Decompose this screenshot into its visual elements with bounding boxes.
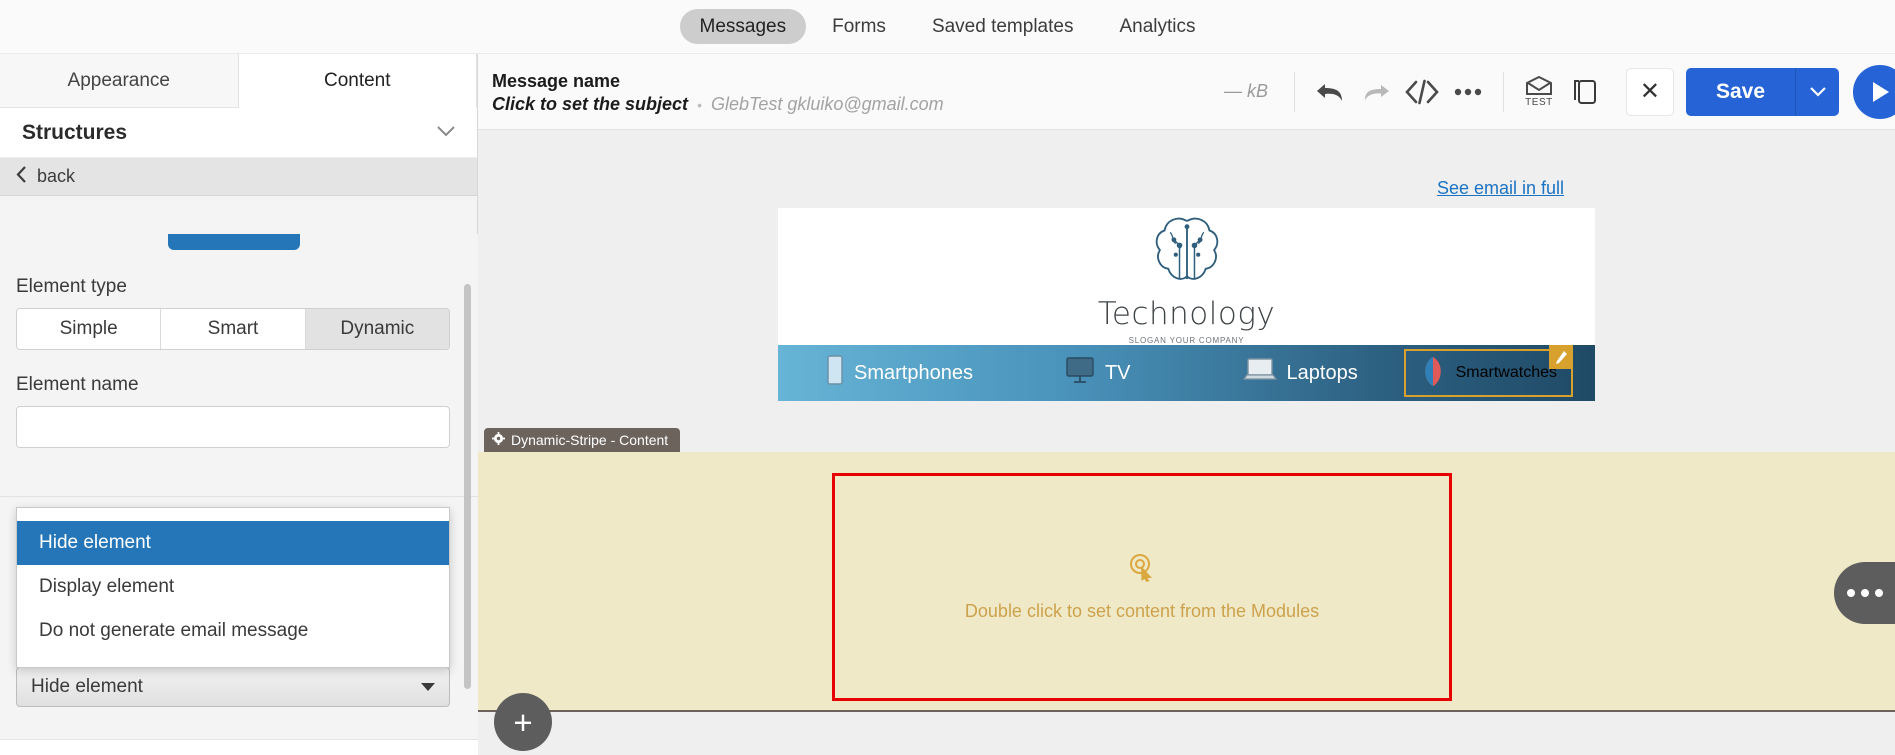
panel-tabs: Appearance Content: [0, 54, 477, 108]
brand-name: Technology: [1097, 296, 1276, 332]
tab-analytics[interactable]: Analytics: [1099, 9, 1215, 44]
email-nav-stripe: Smartphones TV Laptops Smartwatches: [778, 345, 1595, 401]
save-dropdown-toggle[interactable]: [1795, 67, 1839, 116]
dropdown-option-hide-element[interactable]: Hide element: [17, 521, 449, 565]
top-tabs: Messages Forms Saved templates Analytics: [679, 9, 1216, 44]
structures-section-header[interactable]: Structures: [0, 108, 477, 158]
message-name[interactable]: Message name: [492, 68, 944, 94]
see-email-in-full-link[interactable]: See email in full: [1437, 178, 1564, 199]
brain-logo-icon: [1155, 217, 1218, 280]
send-test-icon[interactable]: TEST: [1516, 69, 1562, 115]
dropdown-bottom-spacer: [17, 653, 449, 667]
code-icon[interactable]: [1399, 69, 1445, 115]
nav-label-tv: TV: [1104, 361, 1131, 384]
visibility-dropdown-list: Hide element Display element Do not gene…: [16, 507, 450, 668]
email-body: Technology SLOGAN YOUR COMPANY Smartphon…: [778, 208, 1595, 401]
apply-button-partial[interactable]: [168, 234, 300, 250]
gear-icon: [492, 432, 505, 448]
panel-tab-content[interactable]: Content: [238, 54, 477, 108]
dropdown-option-display-element[interactable]: Display element: [17, 565, 449, 609]
nav-label-smartwatches: Smartwatches: [1455, 364, 1557, 381]
element-type-segmented-control: Simple Smart Dynamic: [16, 308, 450, 350]
visibility-select-value: Hide element: [31, 676, 143, 697]
editor-header-toolbar: Message name Click to set the subject • …: [478, 54, 1895, 130]
dot-1: [1847, 589, 1855, 597]
element-type-option-smart[interactable]: Smart: [161, 309, 306, 349]
element-type-option-simple[interactable]: Simple: [17, 309, 162, 349]
nav-item-smartphones[interactable]: Smartphones: [826, 355, 973, 391]
dynamic-stripe-tag[interactable]: Dynamic-Stripe - Content: [484, 428, 681, 452]
tv-icon: [1065, 356, 1095, 390]
element-type-option-dynamic[interactable]: Dynamic: [305, 309, 449, 349]
see-full-bar: [478, 130, 1895, 208]
visibility-select[interactable]: Hide element: [16, 667, 450, 707]
undo-icon[interactable]: [1307, 69, 1353, 115]
selected-content-placeholder[interactable]: Double click to set content from the Mod…: [832, 473, 1452, 701]
blocks-section-header[interactable]: Blocks: [0, 739, 478, 755]
dot-2: [1861, 589, 1869, 597]
add-block-button[interactable]: +: [494, 693, 552, 751]
app-root: Messages Forms Saved templates Analytics…: [0, 0, 1895, 755]
save-button[interactable]: Save: [1685, 67, 1795, 116]
nav-label-smartphones: Smartphones: [854, 361, 973, 384]
toolbar-divider-2: [1502, 71, 1504, 112]
element-name-label: Element name: [16, 374, 139, 395]
redo-icon[interactable]: [1353, 69, 1399, 115]
preview-play-button[interactable]: [1853, 64, 1895, 119]
message-sender[interactable]: GlebTest gkluiko@gmail.com: [711, 94, 944, 115]
message-size: — kB: [1223, 81, 1268, 101]
cut-off-label: [18, 234, 23, 243]
save-button-group: Save: [1685, 67, 1839, 116]
nav-label-laptops: Laptops: [1286, 361, 1358, 384]
message-meta: Message name Click to set the subject • …: [492, 68, 944, 115]
chevron-left-icon: [16, 165, 27, 188]
test-label: TEST: [1525, 96, 1553, 108]
separator-dot: •: [697, 97, 702, 114]
chevron-down-icon: [421, 683, 435, 691]
more-options-icon[interactable]: [1445, 69, 1491, 115]
dot-3: [1875, 589, 1883, 597]
chevron-down-icon: [437, 124, 455, 142]
panel-tab-appearance[interactable]: Appearance: [0, 54, 239, 108]
message-subject[interactable]: Click to set the subject: [492, 94, 688, 115]
duplicate-icon[interactable]: [1562, 69, 1608, 115]
close-button[interactable]: ✕: [1625, 67, 1674, 116]
element-type-label: Element type: [16, 276, 127, 297]
tab-messages[interactable]: Messages: [679, 9, 807, 44]
toolbar-divider: [1293, 71, 1295, 112]
edit-badge-icon[interactable]: [1549, 345, 1573, 369]
smartphone-icon: [826, 355, 844, 391]
double-click-target-icon: [1127, 552, 1157, 587]
panel-divider: [0, 496, 478, 497]
smartwatch-icon: [1420, 355, 1446, 392]
structures-title: Structures: [22, 120, 128, 144]
canvas-more-options-button[interactable]: [1834, 562, 1895, 624]
tab-saved-templates[interactable]: Saved templates: [912, 9, 1094, 44]
dynamic-stripe-label: Dynamic-Stripe - Content: [511, 432, 669, 448]
back-label: back: [37, 166, 76, 186]
dropdown-top-spacer: [17, 508, 449, 521]
laptop-icon: [1242, 357, 1277, 389]
element-name-input[interactable]: [16, 406, 450, 448]
left-sidebar-panel: Appearance Content Structures back Eleme…: [0, 54, 478, 755]
brand-slogan: SLOGAN YOUR COMPANY: [1128, 336, 1245, 345]
panel-scrollbar[interactable]: [464, 284, 471, 689]
top-navigation-bar: Messages Forms Saved templates Analytics: [0, 0, 1895, 54]
nav-item-smartwatches[interactable]: Smartwatches: [1403, 345, 1573, 397]
placeholder-text: Double click to set content from the Mod…: [964, 601, 1320, 621]
nav-item-tv[interactable]: TV: [1065, 356, 1131, 390]
email-logo-block[interactable]: Technology SLOGAN YOUR COMPANY: [778, 208, 1595, 345]
nav-item-laptops[interactable]: Laptops: [1242, 357, 1358, 389]
dropdown-option-do-not-generate[interactable]: Do not generate email message: [17, 609, 449, 653]
back-button[interactable]: back: [0, 158, 477, 196]
tab-forms[interactable]: Forms: [812, 9, 906, 44]
message-subject-row: Click to set the subject • GlebTest gklu…: [492, 94, 944, 115]
